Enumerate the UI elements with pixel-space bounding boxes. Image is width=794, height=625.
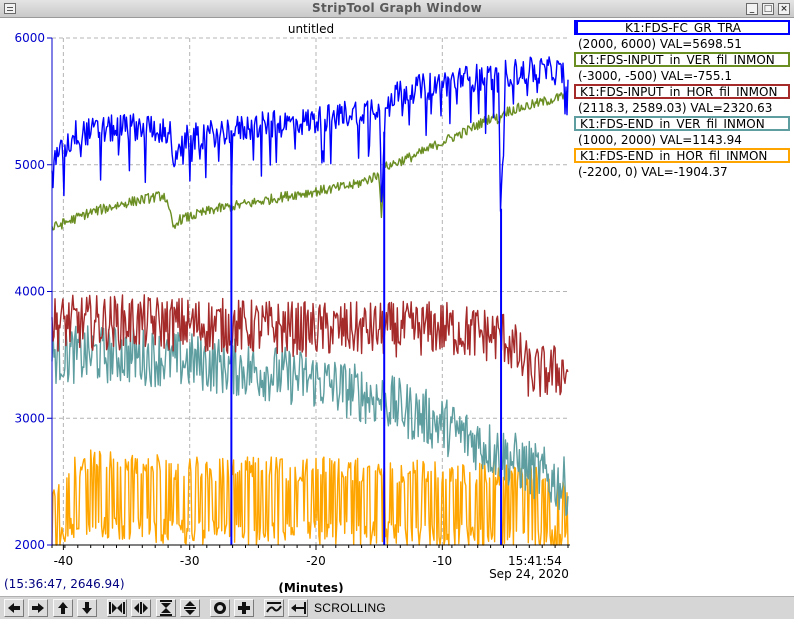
- mode-label: SCROLLING: [314, 601, 387, 615]
- refresh-icon: [266, 602, 282, 613]
- zoom-out-y-button[interactable]: [180, 599, 200, 617]
- zoom-out-y-icon: [184, 601, 196, 615]
- legend-entry[interactable]: K1:FDS-END_in_VER_fil_INMON (1000, 2000)…: [572, 116, 794, 148]
- legend-name[interactable]: K1:FDS-FC_GR_TRA: [574, 20, 790, 35]
- minimize-button[interactable]: _: [746, 3, 758, 15]
- legend: K1:FDS-FC_GR_TRA (2000, 6000) VAL=5698.5…: [572, 20, 794, 180]
- chart-title: untitled: [288, 22, 334, 36]
- legend-entry[interactable]: K1:FDS-END_in_HOR_fil_INMON (-2200, 0) V…: [572, 148, 794, 180]
- pan-icon: [291, 602, 306, 614]
- arrow-down-icon: [82, 602, 92, 614]
- arrow-up-icon: [58, 602, 68, 614]
- arrow-left-icon: [8, 603, 20, 613]
- refresh-button[interactable]: [264, 599, 284, 617]
- zoom-in-y-button[interactable]: [156, 599, 176, 617]
- x-tick-label: -40: [54, 554, 74, 568]
- scroll-up-button[interactable]: [53, 599, 73, 617]
- zoom-out-time-button[interactable]: [131, 599, 151, 617]
- scroll-right-button[interactable]: [28, 599, 48, 617]
- legend-name[interactable]: K1:FDS-END_in_HOR_fil_INMON: [574, 148, 790, 163]
- legend-range: (2118.3, 2589.03) VAL=2320.63: [578, 101, 773, 115]
- y-tick-label: 3000: [14, 411, 45, 425]
- legend-entry[interactable]: K1:FDS-INPUT_in_HOR_fil_INMON (2118.3, 2…: [572, 84, 794, 116]
- zoom-in-y-icon: [160, 600, 172, 616]
- zoom-in-time-button[interactable]: [107, 599, 127, 617]
- reset-button[interactable]: [234, 599, 254, 617]
- scroll-down-button[interactable]: [77, 599, 97, 617]
- legend-name[interactable]: K1:FDS-END_in_VER_fil_INMON: [574, 116, 790, 131]
- toolbar: SCROLLING: [0, 596, 794, 619]
- legend-name[interactable]: K1:FDS-INPUT_in_HOR_fil_INMON: [574, 84, 790, 99]
- scroll-left-button[interactable]: [4, 599, 24, 617]
- end-time-label: 15:41:54: [508, 554, 562, 568]
- x-tick-label: -10: [433, 554, 453, 568]
- maximize-button[interactable]: □: [762, 3, 774, 15]
- legend-entry[interactable]: K1:FDS-FC_GR_TRA (2000, 6000) VAL=5698.5…: [572, 20, 794, 52]
- arrow-right-icon: [32, 603, 44, 613]
- legend-range: (-2200, 0) VAL=-1904.37: [578, 165, 728, 179]
- auto-scale-button[interactable]: [210, 599, 230, 617]
- legend-range: (-3000, -500) VAL=-755.1: [578, 69, 732, 83]
- series-line: [51, 56, 569, 212]
- y-tick-label: 4000: [14, 285, 45, 299]
- cursor-readout: (15:36:47, 2646.94): [4, 577, 125, 591]
- title-bar[interactable]: StripTool Graph Window _ □ ×: [0, 0, 794, 18]
- x-axis-unit-label: (Minutes): [278, 581, 343, 593]
- legend-range: (2000, 6000) VAL=5698.51: [578, 37, 742, 51]
- legend-name[interactable]: K1:FDS-INPUT_in_VER_fil_INMON: [574, 52, 790, 67]
- legend-entry[interactable]: K1:FDS-INPUT_in_VER_fil_INMON (-3000, -5…: [572, 52, 794, 84]
- target-icon: [214, 602, 226, 614]
- plus-icon: [238, 602, 250, 614]
- legend-range: (1000, 2000) VAL=1143.94: [578, 133, 742, 147]
- x-tick-label: -30: [180, 554, 200, 568]
- end-date-label: Sep 24, 2020: [489, 567, 569, 581]
- y-tick-label: 5000: [14, 158, 45, 172]
- y-tick-label: 6000: [14, 31, 45, 45]
- x-tick-label: -20: [306, 554, 326, 568]
- zoom-out-x-icon: [134, 602, 148, 614]
- y-tick-label: 2000: [14, 538, 45, 552]
- zoom-in-x-icon: [109, 602, 125, 614]
- close-button[interactable]: ×: [778, 3, 790, 15]
- window-title: StripTool Graph Window: [312, 1, 482, 15]
- pan-button[interactable]: [288, 599, 308, 617]
